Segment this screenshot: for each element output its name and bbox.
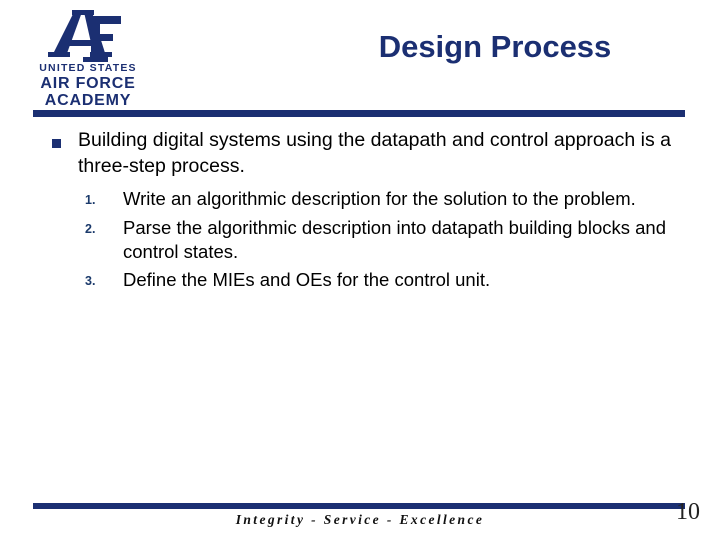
af-monogram-icon bbox=[48, 6, 128, 62]
logo-line-academy: ACADEMY bbox=[44, 92, 132, 109]
bullet-item: Building digital systems using the datap… bbox=[0, 128, 720, 179]
square-bullet-icon bbox=[52, 139, 61, 148]
list-item-text: Define the MIEs and OEs for the control … bbox=[123, 268, 491, 290]
usafa-logo: UNITED STATES AIR FORCE ACADEMY bbox=[32, 6, 144, 109]
list-item-marker: 3. bbox=[85, 273, 96, 288]
logo-line-air-force: AIR FORCE bbox=[40, 75, 136, 92]
list-item-text: Write an algorithmic description for the… bbox=[123, 188, 636, 210]
list-item-marker: 1. bbox=[85, 193, 96, 208]
bullet-item-text: Building digital systems using the datap… bbox=[78, 129, 671, 177]
logo-line-united-states: UNITED STATES bbox=[39, 62, 137, 74]
list-item-text: Parse the algorithmic description into d… bbox=[123, 216, 666, 262]
list-item: 3. Define the MIEs and OEs for the contr… bbox=[0, 268, 720, 292]
slide-body: Building digital systems using the datap… bbox=[0, 128, 720, 296]
footer-motto: Integrity - Service - Excellence bbox=[235, 512, 485, 527]
slide-title: Design Process bbox=[378, 29, 612, 64]
list-item-marker: 2. bbox=[85, 221, 96, 236]
list-item: 2. Parse the algorithmic description int… bbox=[0, 216, 720, 264]
slide: UNITED STATES AIR FORCE ACADEMY Design P… bbox=[0, 0, 720, 540]
numbered-step-list: 1. Write an algorithmic description for … bbox=[0, 187, 720, 291]
footer-divider bbox=[33, 503, 685, 509]
list-item: 1. Write an algorithmic description for … bbox=[0, 187, 720, 211]
page-number: 10 bbox=[676, 499, 700, 525]
header-divider bbox=[33, 110, 685, 117]
